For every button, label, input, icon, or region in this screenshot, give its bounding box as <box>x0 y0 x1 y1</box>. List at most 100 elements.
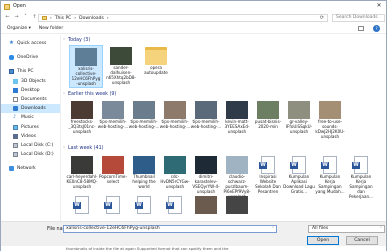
breadcrumb-this-pc[interactable]: This PC <box>55 16 71 21</box>
sidebar-item-desktop[interactable]: Desktop <box>1 86 60 95</box>
word-document-icon <box>135 196 151 214</box>
sidebar-item-downloads[interactable]: Downloads <box>1 104 60 114</box>
file-type-select[interactable]: All files ˅ <box>308 225 385 233</box>
file-name: cdc-HvDN5rCYGw-unsplash <box>160 174 190 189</box>
file-name: tips-memilih-web-hosting-... <box>128 119 160 129</box>
sidebar-item-local-disk-d[interactable]: Local Disk (D:) <box>1 150 60 159</box>
sidebar-item-network[interactable]: Network <box>1 164 60 173</box>
file-item[interactable]: tips-memilih-web-hosting-... <box>127 99 161 130</box>
breadcrumb-separator-icon: › <box>74 15 77 21</box>
image-thumbnail <box>319 101 341 119</box>
view-options-icon[interactable] <box>358 26 364 31</box>
file-item[interactable]: opera autoupdate <box>139 45 173 76</box>
image-thumbnail <box>164 156 186 174</box>
file-item[interactable]: tips-memilih-web-hosting-... <box>189 99 223 130</box>
image-thumbnail <box>288 101 310 119</box>
file-name: Kumpulan Kerja Sampingan dan Pekerjaan..… <box>349 174 373 199</box>
file-item[interactable]: Kumpulan Kerja Sampingan yang Mudah... <box>313 154 347 195</box>
filename-input[interactable]: xalisris-collective-12eHC6FhPyg-unsplash… <box>63 225 277 233</box>
sidebar-item-label: Pictures <box>21 124 39 130</box>
file-item[interactable]: sander-dalhuisen-n65Xhtq2bD8-unsplash <box>104 45 138 86</box>
sidebar-item-label: Desktop <box>21 87 40 93</box>
music-icon: ♪ <box>13 114 17 121</box>
drive-icon <box>13 142 18 148</box>
sidebar-item-documents[interactable]: Documents <box>1 95 60 104</box>
recent-chevron-icon[interactable]: ˅ <box>22 14 29 21</box>
folder-icon <box>42 16 47 20</box>
up-arrow-icon[interactable]: ↑ <box>31 14 38 21</box>
file-item[interactable]: xalisris-collective-12eHC6FhPyg-unsplash <box>69 45 103 88</box>
window-title: Open <box>13 4 26 9</box>
chevron-down-icon: ˅ <box>63 38 65 43</box>
file-item[interactable]: claudio-schwarz-purzlbaum-Pi6eEPf9Vy8-un… <box>220 154 254 200</box>
forward-arrow-icon[interactable]: → <box>13 14 20 21</box>
refresh-icon[interactable]: ⟳ <box>320 15 324 21</box>
search-input[interactable]: Search Downloads <box>332 14 385 22</box>
help-icon[interactable]: ? <box>373 25 380 32</box>
file-item[interactable]: carl-heyerdahl-KE0nC8-58MQ-unsplash <box>65 154 99 190</box>
file-item[interactable]: PopcornTime-select <box>96 154 130 185</box>
file-name: Inspirasi Website Sekolah Dan Pesantren <box>255 174 281 194</box>
document-icon <box>13 97 18 103</box>
file-item[interactable]: kevin-matt-3YEESAxEd-unsplash <box>220 99 254 135</box>
sidebar-item-pictures[interactable]: Pictures <box>1 123 60 132</box>
group-header-earlier-this-week[interactable]: ˅ Earlier this week (9) <box>63 92 116 97</box>
address-bar[interactable]: › This PC › Downloads › ⟳ <box>38 14 328 22</box>
file-item[interactable]: dimitri-karastelev-VSEQyrYW-4-unsplash <box>189 154 223 195</box>
image-thumbnail <box>133 156 155 174</box>
image-thumbnail <box>133 101 155 119</box>
cancel-button[interactable]: Cancel <box>346 236 378 245</box>
file-item[interactable]: Kumpulan Kerja Sampingan dan Pekerjaan..… <box>344 154 378 200</box>
sidebar-item-label: Network <box>17 166 36 172</box>
file-item[interactable]: free-to-use-sounds-kDwJ2HJ2K0U-unsplash <box>313 99 347 140</box>
group-header-today[interactable]: ˅ Today (3) <box>63 38 90 43</box>
back-arrow-icon[interactable]: ← <box>4 14 11 21</box>
file-item[interactable] <box>158 194 192 215</box>
file-item[interactable]: gr-valley-IFfoUiSSqkU-unsplash <box>282 99 316 135</box>
sidebar-item-onedrive[interactable]: OneDrive <box>1 53 60 62</box>
sidebar-item-videos[interactable]: Videos <box>1 132 60 141</box>
file-name: dimitri-karastelev-VSEQyrYW-4-unsplash <box>192 174 220 194</box>
file-item[interactable] <box>65 194 99 215</box>
open-button[interactable]: Open <box>307 236 339 245</box>
file-item[interactable]: freestocks-_3Q3tsJ01nc-unsplash <box>65 99 99 135</box>
sidebar-item-3d-objects[interactable]: 3D Objects <box>1 77 60 86</box>
file-item[interactable]: cdc-HvDN5rCYGw-unsplash <box>158 154 192 190</box>
close-icon[interactable]: ✕ <box>375 2 383 10</box>
image-thumbnail <box>226 196 248 214</box>
file-item[interactable] <box>220 194 254 215</box>
filename-value: xalisris-collective-12eHC6FhPyg-unsplash <box>66 226 160 231</box>
organize-button[interactable]: Organize ▾ <box>7 26 31 31</box>
file-item[interactable] <box>96 194 130 215</box>
word-document-icon <box>73 196 89 214</box>
pictures-icon <box>13 124 18 130</box>
file-item[interactable]: tips-memilih-web-hosting-... <box>96 99 130 130</box>
group-header-last-week[interactable]: ˅ Last week (41) <box>63 146 104 151</box>
chevron-down-icon[interactable]: ˅ <box>272 226 274 232</box>
file-item[interactable]: pusat-bisnis-2020-min <box>251 99 285 130</box>
sidebar-item-local-disk-c[interactable]: Local Disk (C:) <box>1 141 60 150</box>
sidebar-item-quick-access[interactable]: ★ Quick access <box>1 39 60 48</box>
word-document-icon <box>290 156 306 174</box>
sidebar-item-this-pc[interactable]: This PC <box>1 67 60 76</box>
file-item[interactable]: Kumpulan Aplikasi Download Lagu Gratis..… <box>282 154 316 195</box>
chevron-down-icon: ˅ <box>63 92 65 97</box>
new-folder-button[interactable]: New folder <box>39 26 63 31</box>
file-item[interactable]: Thumbnail helping the world <box>127 154 161 190</box>
file-name: tips-memilih-web-hosting-... <box>159 119 191 129</box>
file-name: carl-heyerdahl-KE0nC8-58MQ-unsplash <box>66 174 98 189</box>
file-item[interactable] <box>127 194 161 215</box>
file-name: Thumbnail helping the world <box>132 174 156 189</box>
sidebar-item-music[interactable]: ♪ Music <box>1 113 60 122</box>
file-item[interactable]: tips-memilih-web-hosting-... <box>158 99 192 130</box>
breadcrumb-downloads[interactable]: Downloads <box>79 16 104 21</box>
file-item[interactable] <box>189 194 223 215</box>
file-item[interactable]: Inspirasi Website Sekolah Dan Pesantren <box>251 154 285 195</box>
file-name: PopcornTime-select <box>99 174 127 184</box>
file-name: freestocks-_3Q3tsJ01nc-unsplash <box>68 119 96 134</box>
image-thumbnail <box>71 156 93 174</box>
image-thumbnail <box>257 101 279 119</box>
file-name: Kumpulan Aplikasi Download Lagu Gratis..… <box>283 174 315 194</box>
sidebar-item-label: Local Disk (C:) <box>21 142 54 148</box>
image-thumbnail <box>75 48 97 66</box>
